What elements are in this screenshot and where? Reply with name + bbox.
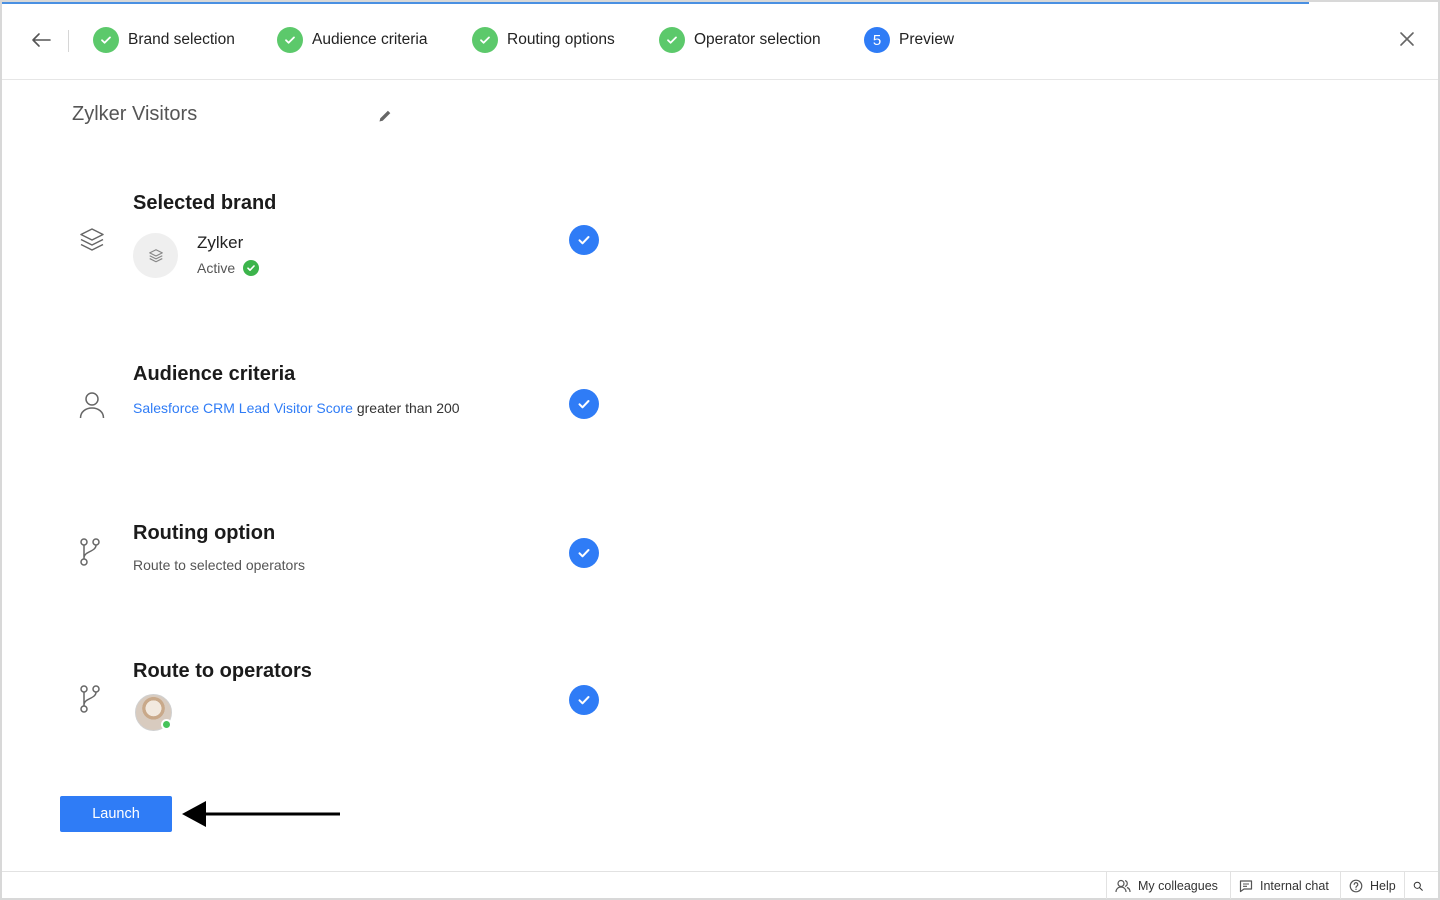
step-audience-criteria[interactable]: Audience criteria [277, 26, 427, 54]
section-check-icon [569, 389, 599, 419]
check-icon [93, 27, 119, 53]
pencil-icon [379, 110, 391, 122]
section-title: Routing option [133, 522, 276, 544]
close-icon [1400, 32, 1414, 46]
section-title: Audience criteria [133, 363, 296, 385]
search-icon [1413, 881, 1423, 891]
check-icon [472, 27, 498, 53]
close-button[interactable] [1394, 26, 1420, 52]
layers-icon [78, 224, 106, 256]
step-number: 5 [864, 27, 890, 53]
step-label: Preview [899, 31, 955, 48]
step-label: Routing options [507, 31, 615, 48]
step-label: Brand selection [128, 31, 235, 48]
footer-label: Help [1370, 878, 1396, 893]
people-icon [1115, 879, 1131, 892]
launch-button[interactable]: Launch [60, 796, 172, 832]
step-routing-options[interactable]: Routing options [472, 26, 615, 54]
step-label: Operator selection [694, 31, 821, 48]
step-label: Audience criteria [312, 31, 428, 48]
help-button[interactable]: Help [1340, 872, 1404, 899]
audience-criteria-text: Salesforce CRM Lead Visitor Score greate… [133, 399, 463, 417]
brand-avatar [133, 233, 178, 278]
check-icon [277, 27, 303, 53]
chat-icon [1239, 879, 1253, 892]
section-title: Route to operators [133, 660, 312, 682]
user-icon [78, 389, 106, 421]
section-check-icon [569, 538, 599, 568]
active-check-icon [243, 260, 260, 276]
step-preview[interactable]: 5 Preview [864, 26, 954, 54]
criteria-field-link[interactable]: Salesforce CRM Lead Visitor Score [133, 400, 353, 416]
check-icon [659, 27, 685, 53]
wizard-header: Brand selection Audience criteria Routin… [2, 4, 1438, 80]
footer-bar: My colleagues Internal chat Help [2, 871, 1438, 899]
section-check-icon [569, 225, 599, 255]
online-status-indicator [161, 719, 172, 730]
brand-status: Active [197, 260, 260, 276]
help-icon [1349, 879, 1363, 892]
footer-label: Internal chat [1260, 878, 1329, 893]
branch-icon [76, 683, 104, 715]
step-operator-selection[interactable]: Operator selection [659, 26, 821, 54]
brand-name: Zylker [197, 233, 244, 252]
app-window [0, 0, 1440, 900]
branch-icon [76, 536, 104, 568]
layers-icon [148, 248, 163, 262]
routing-description: Route to selected operators [133, 557, 305, 573]
footer-label: My colleagues [1138, 878, 1218, 893]
header-divider [68, 30, 69, 52]
edit-title-button[interactable] [374, 105, 396, 127]
criteria-condition: greater than 200 [352, 400, 460, 416]
arrow-left-icon [32, 33, 51, 47]
back-button[interactable] [26, 26, 56, 54]
step-brand-selection[interactable]: Brand selection [93, 26, 235, 54]
brand-status-label: Active [197, 260, 236, 276]
section-title: Selected brand [133, 192, 277, 214]
internal-chat-button[interactable]: Internal chat [1230, 872, 1340, 899]
annotation-arrow-icon [182, 801, 340, 827]
section-check-icon [569, 685, 599, 715]
search-button[interactable] [1404, 872, 1438, 899]
my-colleagues-button[interactable]: My colleagues [1106, 872, 1230, 899]
page-title: Zylker Visitors [72, 103, 198, 125]
